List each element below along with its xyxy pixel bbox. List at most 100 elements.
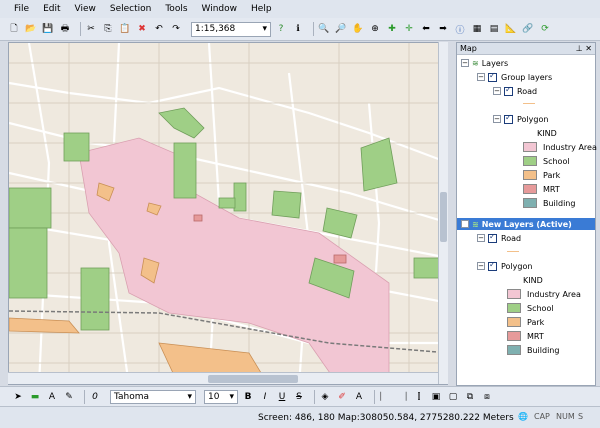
highlight-icon[interactable]: ✎ xyxy=(63,391,75,403)
group-layers-checkbox[interactable] xyxy=(488,71,497,82)
cut-icon[interactable]: ✂ xyxy=(85,23,97,35)
collapse-icon[interactable]: − xyxy=(461,220,469,228)
horizontal-scrollbar[interactable] xyxy=(8,372,438,384)
vertical-scroll-thumb[interactable] xyxy=(440,192,447,242)
send-back-icon[interactable]: ⧈ xyxy=(481,391,493,403)
horizontal-scroll-thumb[interactable] xyxy=(208,375,298,383)
zoom-fixed-out-icon[interactable]: ✛ xyxy=(403,23,415,35)
back-icon[interactable]: ⬅ xyxy=(420,23,432,35)
open-folder-icon[interactable]: 📂 xyxy=(25,23,37,35)
select-arrow-icon[interactable]: ➤ xyxy=(12,391,24,403)
new-file-icon[interactable]: 🗋 xyxy=(8,23,20,35)
fill-bucket-icon[interactable]: ◈ xyxy=(319,391,331,403)
fill-color-icon[interactable]: ▬ xyxy=(29,391,41,403)
menu-help[interactable]: Help xyxy=(251,4,272,14)
font-color-icon[interactable]: A xyxy=(353,391,365,403)
collapse-icon[interactable]: − xyxy=(493,87,501,95)
full-extent-icon[interactable]: ⊕ xyxy=(369,23,381,35)
select-features-icon[interactable]: ▦ xyxy=(471,23,483,35)
collapse-icon[interactable]: − xyxy=(493,115,501,123)
print-icon[interactable]: 🖶 xyxy=(59,23,71,35)
ungroup-icon[interactable]: ▢ xyxy=(447,391,459,403)
polygon-checkbox[interactable] xyxy=(488,260,497,271)
main-toolbar: 🗋 📂 💾 🖶 ✂ ⎘ 📋 ✖ ↶ ↷ 1:15,368 ▾ ? ℹ 🔍 🔎 ✋… xyxy=(0,18,600,41)
tree-row-polygon[interactable]: − Polygon xyxy=(493,113,548,125)
group-icon[interactable]: ▣ xyxy=(430,391,442,403)
legend-swatch xyxy=(507,331,521,341)
strikethrough-icon[interactable]: S xyxy=(293,391,305,403)
refresh-icon[interactable]: ⟳ xyxy=(539,23,551,35)
menu-file[interactable]: File xyxy=(14,4,29,14)
tree-row-new-layers[interactable]: − ≋ New Layers (Active) xyxy=(457,218,595,230)
tree-row-group-layers[interactable]: − Group layers xyxy=(477,71,552,83)
bring-front-icon[interactable]: ⧉ xyxy=(464,391,476,403)
link-icon[interactable]: 🔗 xyxy=(522,23,534,35)
polygon-checkbox[interactable] xyxy=(504,113,513,124)
map-canvas[interactable] xyxy=(8,42,448,385)
legend-label: Park xyxy=(527,317,545,327)
legend-item: School xyxy=(523,155,570,167)
delete-icon[interactable]: ✖ xyxy=(136,23,148,35)
pin-icon[interactable]: ⊥ xyxy=(576,44,583,53)
font-name: Tahoma xyxy=(114,391,150,402)
undo-icon[interactable]: ↶ xyxy=(153,23,165,35)
forward-icon[interactable]: ➡ xyxy=(437,23,449,35)
collapse-icon[interactable]: − xyxy=(477,234,485,242)
group-layers-label: Group layers xyxy=(501,72,553,82)
scroll-lock-indicator: S xyxy=(578,412,584,421)
tree-row-road[interactable]: − Road xyxy=(477,232,521,244)
school-polygon xyxy=(9,187,52,229)
italic-icon[interactable]: I xyxy=(259,391,271,403)
collapse-icon[interactable]: − xyxy=(461,59,469,67)
zoom-out-icon[interactable]: 🔎 xyxy=(335,23,347,35)
paste-icon[interactable]: 📋 xyxy=(119,23,131,35)
school-polygon xyxy=(9,227,48,299)
identify-icon[interactable]: ℹ xyxy=(292,23,304,35)
menu-view[interactable]: View xyxy=(75,4,96,14)
road-checkbox[interactable] xyxy=(504,85,513,96)
text-tool-icon[interactable]: A xyxy=(46,391,58,403)
tree-row-polygon[interactable]: − Polygon xyxy=(477,260,532,272)
font-size-select[interactable]: 10 ▾ xyxy=(204,389,238,404)
align-center-icon[interactable]: ⎹ xyxy=(396,391,408,403)
menu-edit[interactable]: Edit xyxy=(43,4,60,14)
save-icon[interactable]: 💾 xyxy=(42,23,54,35)
zoom-in-icon[interactable]: 🔍 xyxy=(318,23,330,35)
panel-title: Map xyxy=(460,44,477,53)
legend-swatch xyxy=(523,198,537,208)
underline-icon[interactable]: U xyxy=(276,391,288,403)
close-icon[interactable]: ✕ xyxy=(585,44,592,53)
tree-row-layers[interactable]: − ≋ Layers xyxy=(461,57,508,69)
line-color-icon[interactable]: ✐ xyxy=(336,391,348,403)
bold-icon[interactable]: B xyxy=(242,391,254,403)
vertical-scrollbar[interactable] xyxy=(438,42,448,384)
scale-select[interactable]: 1:15,368 ▾ xyxy=(191,21,271,37)
toolbar-divider xyxy=(80,22,81,36)
legend-swatch xyxy=(523,156,537,166)
measure-icon[interactable]: 📐 xyxy=(505,23,517,35)
align-left-icon[interactable]: ⎸ xyxy=(379,391,391,403)
menu-window[interactable]: Window xyxy=(202,4,238,14)
menu-tools[interactable]: Tools xyxy=(165,4,187,14)
legend-item: Industry Area xyxy=(507,288,581,300)
collapse-icon[interactable]: − xyxy=(477,73,485,81)
layer-panel: Map ⊥ ✕ − ≋ Layers − Group layers − Road… xyxy=(456,42,597,386)
info-icon[interactable]: ⓘ xyxy=(454,23,466,36)
align-right-icon[interactable]: ⫿ xyxy=(413,391,425,403)
legend-swatch xyxy=(507,345,521,355)
font-select[interactable]: Tahoma ▾ xyxy=(110,389,196,404)
road-checkbox[interactable] xyxy=(488,232,497,243)
collapse-icon[interactable]: − xyxy=(477,262,485,270)
legend-item: Industry Area xyxy=(523,141,597,153)
menu-selection[interactable]: Selection xyxy=(110,4,151,14)
legend-label: School xyxy=(527,303,554,313)
legend-swatch xyxy=(523,170,537,180)
tree-row-road[interactable]: − Road xyxy=(493,85,537,97)
help-icon[interactable]: ? xyxy=(275,23,287,35)
copy-icon[interactable]: ⎘ xyxy=(102,23,114,35)
zoom-fixed-in-icon[interactable]: ✚ xyxy=(386,23,398,35)
pan-icon[interactable]: ✋ xyxy=(352,23,364,35)
status-bar: Screen: 486, 180 Map:308050.584, 2775280… xyxy=(0,406,600,428)
table-icon[interactable]: ▤ xyxy=(488,23,500,35)
redo-icon[interactable]: ↷ xyxy=(170,23,182,35)
